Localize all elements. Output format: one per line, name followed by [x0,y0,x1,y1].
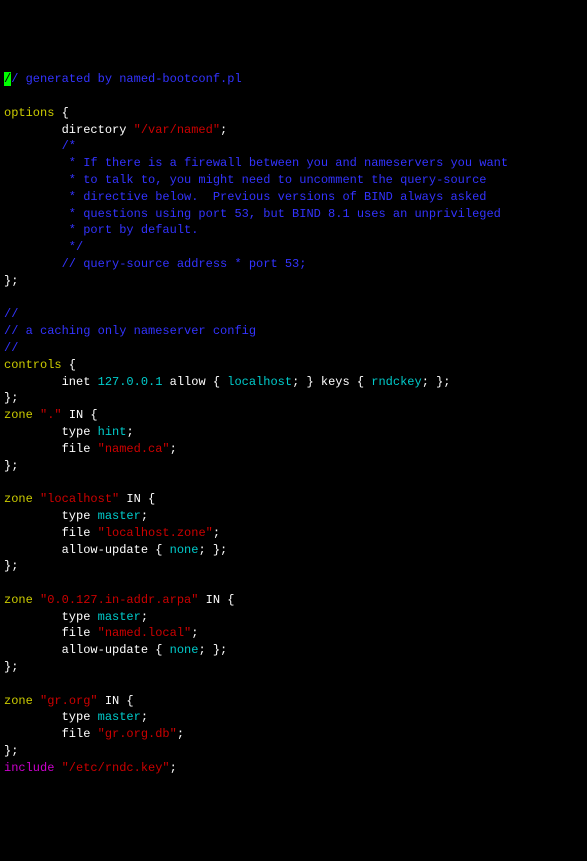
semi: ; [220,123,227,137]
kw-zone: zone [4,694,40,708]
editor-viewport[interactable]: // generated by named-bootconf.pl option… [4,71,583,776]
comment-line: * directive below. Previous versions of … [4,190,486,204]
str-rndc-key: "/etc/rndc.key" [62,761,170,775]
kw-file: file [4,626,98,640]
str-zone-grorg: "gr.org" [40,694,98,708]
kw-type: type [4,610,98,624]
ident-master: master [98,509,141,523]
comment-line: * to talk to, you might need to uncommen… [4,173,486,187]
txt: ; }; [198,543,227,557]
ident-none: none [170,543,199,557]
kw-zone: zone [4,492,40,506]
txt: ; }; [198,643,227,657]
kw-allow-update: allow-update { [4,643,170,657]
kw-allow-update: allow-update { [4,543,170,557]
comment-line: / generated by named-bootconf.pl [11,72,241,86]
comment-line: /* [4,139,76,153]
comment-line: // [4,307,18,321]
comment-line: * If there is a firewall between you and… [4,156,508,170]
kw-type: type [4,425,98,439]
txt: IN { [62,408,98,422]
kw-file: file [4,442,98,456]
kw-file: file [4,727,98,741]
kw-directory: directory [4,123,134,137]
kw-inet: inet [4,375,98,389]
ident-master: master [98,610,141,624]
kw-type: type [4,509,98,523]
ip-addr: 127.0.0.1 [98,375,163,389]
close-brace: }; [4,660,18,674]
txt: allow { [162,375,227,389]
comment-line: // [4,341,18,355]
txt: IN { [119,492,155,506]
kw-zone: zone [4,593,40,607]
semi: ; [141,610,148,624]
comment-line: // a caching only nameserver config [4,324,256,338]
txt: IN { [198,593,234,607]
close-brace: }; [4,391,18,405]
kw-type: type [4,710,98,724]
semi: ; [126,425,133,439]
semi: ; [191,626,198,640]
str-named-local: "named.local" [98,626,192,640]
comment-line: * questions using port 53, but BIND 8.1 … [4,207,501,221]
ident-none: none [170,643,199,657]
str-zone-root: "." [40,408,62,422]
txt: IN { [98,694,134,708]
semi: ; [141,509,148,523]
close-brace: }; [4,559,18,573]
close-brace: }; [4,459,18,473]
str-grorg-db: "gr.org.db" [98,727,177,741]
txt: ; }; [422,375,451,389]
semi: ; [141,710,148,724]
str-zone-localhost: "localhost" [40,492,119,506]
str-zone-reverse: "0.0.127.in-addr.arpa" [40,593,198,607]
semi: ; [177,727,184,741]
ident-localhost: localhost [227,375,292,389]
brace: { [54,106,68,120]
kw-zone: zone [4,408,40,422]
str-var-named: "/var/named" [134,123,220,137]
ident-master: master [98,710,141,724]
kw-options: options [4,106,54,120]
comment-line: // query-source address * port 53; [4,257,306,271]
str-named-ca: "named.ca" [98,442,170,456]
ident-hint: hint [98,425,127,439]
close-brace: }; [4,274,18,288]
str-localhost-zone: "localhost.zone" [98,526,213,540]
ident-rndckey: rndckey [371,375,421,389]
comment-line: */ [4,240,83,254]
txt: ; } keys { [292,375,371,389]
semi: ; [213,526,220,540]
semi: ; [170,442,177,456]
kw-controls: controls [4,358,62,372]
close-brace: }; [4,744,18,758]
semi: ; [170,761,177,775]
comment-line: * port by default. [4,223,198,237]
kw-file: file [4,526,98,540]
brace: { [62,358,76,372]
kw-include: include [4,761,62,775]
